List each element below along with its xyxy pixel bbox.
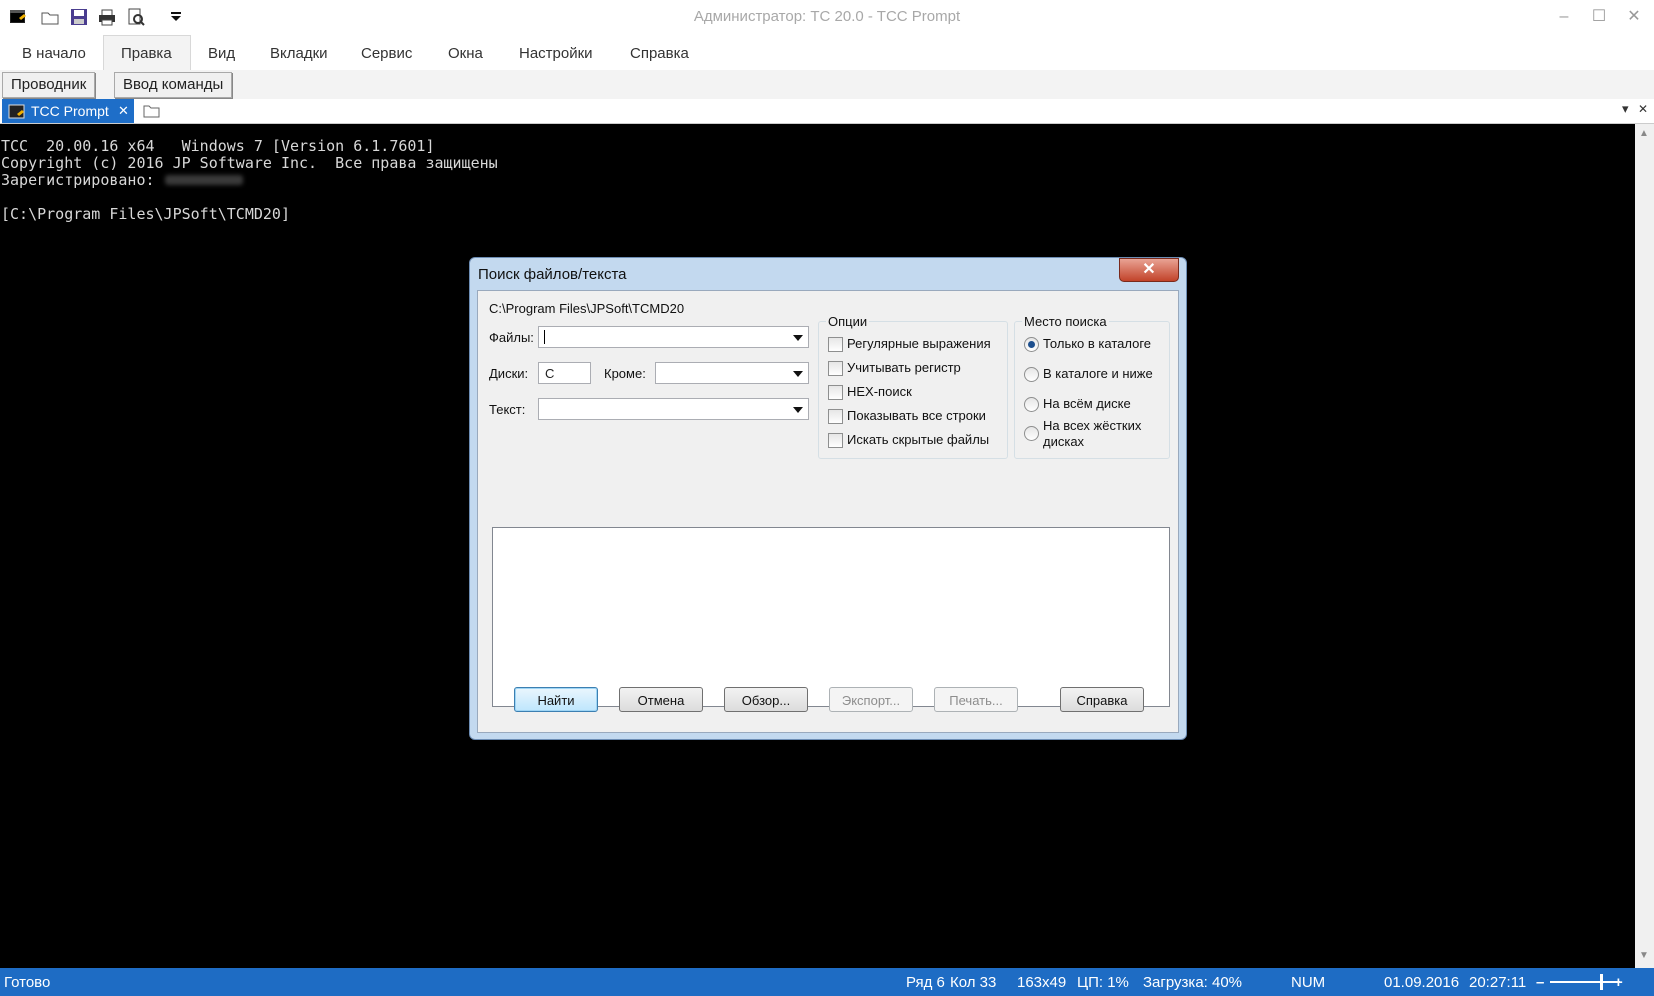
- minimize-button[interactable]: –: [1552, 6, 1576, 28]
- scroll-up-icon[interactable]: ▲: [1639, 128, 1649, 139]
- dialog-title: Поиск файлов/текста: [478, 266, 627, 283]
- console-line-2: Copyright (c) 2016 JP Software Inc. Все …: [1, 154, 498, 172]
- files-label: Файлы:: [489, 330, 534, 345]
- blurred-registration-name: [164, 175, 243, 185]
- status-size: 163x49: [1017, 974, 1067, 991]
- chevron-down-icon[interactable]: [793, 407, 803, 413]
- zoom-slider-thumb[interactable]: [1600, 974, 1603, 990]
- close-window-button[interactable]: ✕: [1622, 6, 1646, 28]
- find-button[interactable]: Найти: [514, 687, 598, 712]
- cancel-button[interactable]: Отмена: [619, 687, 703, 712]
- help-button[interactable]: Справка: [1060, 687, 1144, 712]
- tab-label: TCC Prompt: [31, 103, 109, 119]
- menu-tabs[interactable]: Вкладки: [270, 45, 328, 62]
- chevron-down-icon[interactable]: [793, 371, 803, 377]
- status-row: Ряд 6: [906, 974, 945, 991]
- console-line-1: TCC 20.00.16 x64 Windows 7 [Version 6.1.…: [1, 137, 435, 155]
- all-hard-drives-radio[interactable]: [1024, 426, 1039, 441]
- menu-bar: [0, 34, 1654, 70]
- scroll-down-icon[interactable]: ▼: [1639, 950, 1649, 961]
- tab-close-icon[interactable]: ✕: [118, 99, 129, 123]
- status-bar: Готово Ряд 6 Кол 33 163x49 ЦП: 1% Загруз…: [0, 968, 1654, 996]
- tab-bar: TCC Prompt ✕ ▾ ✕: [0, 99, 1654, 124]
- console-prompt: [C:\Program Files\JPSoft\TCMD20]: [1, 205, 290, 223]
- all-hard-drives-label-line2: дисках: [1043, 434, 1085, 449]
- zoom-in-button[interactable]: +: [1614, 974, 1623, 991]
- location-group: Место поиска Только в каталоге В каталог…: [1014, 314, 1170, 459]
- new-tab-folder-icon[interactable]: [143, 103, 161, 123]
- case-sensitive-label: Учитывать регистр: [847, 360, 961, 375]
- tab-tcc-prompt[interactable]: TCC Prompt ✕: [2, 99, 134, 123]
- explorer-button[interactable]: Проводник: [2, 72, 96, 98]
- menu-edit[interactable]: Правка: [121, 45, 172, 62]
- console-output: TCC 20.00.16 x64 Windows 7 [Version 6.1.…: [1, 138, 498, 223]
- search-hidden-label: Искать скрытые файлы: [847, 432, 990, 447]
- status-state: Готово: [4, 974, 51, 991]
- options-group: Опции Регулярные выражения Учитывать рег…: [818, 314, 1008, 459]
- status-col: Кол 33: [950, 974, 997, 991]
- close-tab-icon[interactable]: ✕: [1638, 102, 1648, 116]
- title-bar: Администратор: TC 20.0 - TCC Prompt – ☐ …: [0, 0, 1654, 34]
- text-combo[interactable]: [538, 398, 809, 420]
- print-button[interactable]: Печать...: [934, 687, 1018, 712]
- export-button[interactable]: Экспорт...: [829, 687, 913, 712]
- menu-service[interactable]: Сервис: [361, 45, 412, 62]
- options-group-label: Опции: [826, 314, 870, 329]
- show-all-lines-checkbox[interactable]: [828, 409, 843, 424]
- browse-button[interactable]: Обзор...: [724, 687, 808, 712]
- dialog-body: C:\Program Files\JPSoft\TCMD20 Файлы: Ди…: [477, 290, 1179, 733]
- whole-drive-radio[interactable]: [1024, 397, 1039, 412]
- window-title: Администратор: TC 20.0 - TCC Prompt: [693, 8, 961, 25]
- folder-and-subfolders-radio[interactable]: [1024, 367, 1039, 382]
- status-load: Загрузка: 40%: [1143, 974, 1243, 991]
- menu-help[interactable]: Справка: [630, 45, 689, 62]
- search-hidden-checkbox[interactable]: [828, 433, 843, 448]
- console-line-3: Зарегистрировано:: [1, 171, 155, 189]
- hex-search-checkbox[interactable]: [828, 385, 843, 400]
- except-combo[interactable]: [655, 362, 809, 384]
- zoom-out-button[interactable]: –: [1536, 974, 1544, 991]
- status-date: 01.09.2016: [1384, 974, 1460, 991]
- menu-settings[interactable]: Настройки: [519, 45, 593, 62]
- text-caret: [544, 330, 545, 344]
- location-group-label: Место поиска: [1022, 314, 1109, 329]
- menu-windows[interactable]: Окна: [448, 45, 483, 62]
- this-folder-label: Только в каталоге: [1043, 336, 1152, 351]
- text-label: Текст:: [489, 402, 526, 417]
- all-hard-drives-label: На всех жёстких: [1043, 418, 1142, 433]
- search-results-list[interactable]: [492, 527, 1170, 707]
- show-all-lines-label: Показывать все строки: [847, 408, 986, 423]
- status-time: 20:27:11: [1469, 974, 1527, 991]
- drives-label: Диски:: [489, 366, 529, 381]
- except-label: Кроме:: [604, 366, 646, 381]
- console-scrollbar[interactable]: ▲ ▼: [1635, 124, 1654, 968]
- regex-checkbox[interactable]: [828, 337, 843, 352]
- status-cpu: ЦП: 1%: [1077, 974, 1129, 991]
- whole-drive-label: На всём диске: [1043, 396, 1131, 411]
- find-files-dialog: Поиск файлов/текста ✕ C:\Program Files\J…: [469, 257, 1187, 740]
- dialog-close-button[interactable]: ✕: [1119, 258, 1179, 282]
- this-folder-radio[interactable]: [1024, 337, 1039, 352]
- chevron-down-icon[interactable]: [793, 335, 803, 341]
- case-sensitive-checkbox[interactable]: [828, 361, 843, 376]
- drives-field[interactable]: C: [538, 362, 591, 384]
- folder-and-subfolders-label: В каталоге и ниже: [1043, 366, 1153, 381]
- tab-list-dropdown-icon[interactable]: ▾: [1622, 101, 1629, 117]
- menu-home[interactable]: В начало: [22, 45, 86, 62]
- files-combo[interactable]: [538, 326, 809, 348]
- regex-label: Регулярные выражения: [847, 336, 991, 351]
- zoom-slider-track[interactable]: [1550, 981, 1620, 983]
- current-path: C:\Program Files\JPSoft\TCMD20: [489, 301, 685, 316]
- maximize-button[interactable]: ☐: [1587, 6, 1611, 28]
- ribbon: Проводник Ввод команды: [0, 70, 1654, 99]
- status-num: NUM: [1291, 974, 1326, 991]
- command-input-button[interactable]: Ввод команды: [114, 72, 233, 98]
- hex-search-label: HEX-поиск: [847, 384, 912, 399]
- menu-view[interactable]: Вид: [208, 45, 235, 62]
